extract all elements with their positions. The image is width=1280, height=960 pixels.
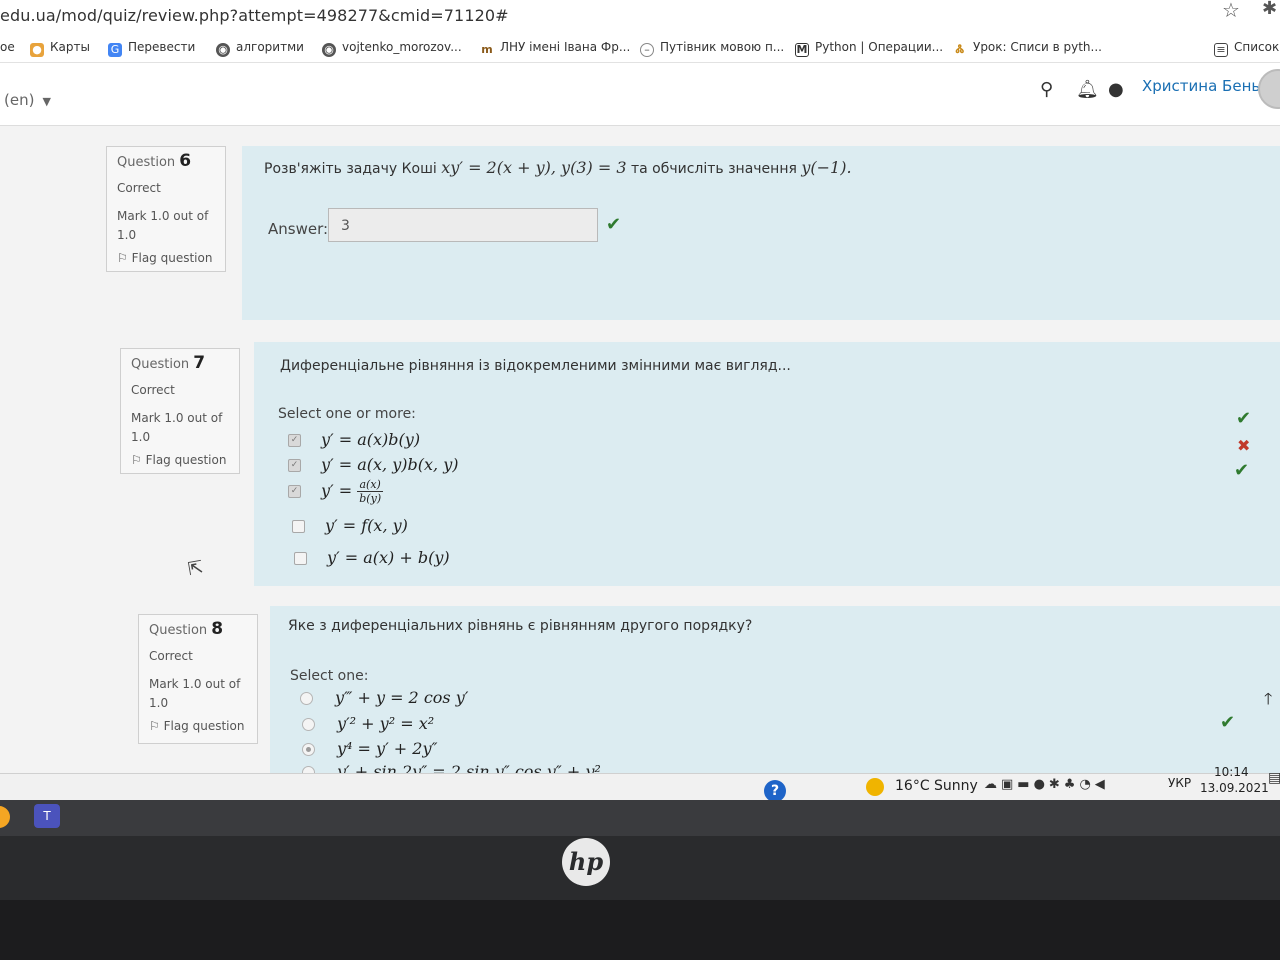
question-state: Correct <box>149 649 193 663</box>
reading-list-icon: ≡ <box>1214 43 1228 57</box>
tray-icons[interactable]: ☁▣▬●✱♣◔◀ <box>984 777 1109 792</box>
lesson-icon: Ꮬ <box>953 43 967 57</box>
search-icon[interactable]: ⚲ <box>1040 79 1053 100</box>
question-text: Диференціальне рівняння із відокремленим… <box>280 358 791 374</box>
checkbox-unchecked[interactable] <box>294 552 307 565</box>
address-bar[interactable]: edu.ua/mod/quiz/review.php?attempt=49827… <box>0 0 1280 32</box>
bookmark-item-algorithms[interactable]: ◉ алгоритми <box>216 40 304 57</box>
radio-unselected[interactable] <box>302 718 315 731</box>
question-content-6: Розв'яжіть задачу Коші xy′ = 2(x + y), y… <box>242 146 1280 320</box>
m-logo-icon: M <box>795 43 809 57</box>
weather-text[interactable]: 16°C Sunny <box>895 778 978 794</box>
screen: edu.ua/mod/quiz/review.php?attempt=49827… <box>0 0 1280 800</box>
fraction: a(x) b(y) <box>357 478 384 505</box>
radio-selected[interactable] <box>302 743 315 756</box>
bookmarks-bar: ое ● Карты G Перевести ◉ алгоритми ◉ vojtenk… <box>0 32 1280 63</box>
answer-label: Answer: <box>268 220 329 238</box>
question-number: 6 <box>179 151 192 171</box>
flag-icon: ⚐ <box>117 251 128 265</box>
question-mark: Mark 1.0 out of 1.0 <box>117 209 209 242</box>
question-content-8: Яке з диференціальних рівнянь є рівняння… <box>270 606 1280 800</box>
question-state: Correct <box>131 383 175 397</box>
checkbox-checked[interactable]: ✓ <box>288 434 301 447</box>
answer-option[interactable]: y′ = f(x, y) <box>292 516 408 535</box>
correct-check-icon: ✔ <box>1220 712 1236 733</box>
incorrect-cross-icon: ✖ <box>1237 436 1251 455</box>
question-mark: Mark 1.0 out of 1.0 <box>149 677 241 710</box>
translate-icon: G <box>108 43 122 57</box>
user-name[interactable]: Христина Бень <box>1142 77 1260 95</box>
taskbar-apps: T <box>0 800 1280 836</box>
question-text: Розв'яжіть задачу Коші xy′ = 2(x + y), y… <box>264 158 852 177</box>
answer-option[interactable]: ✓y′ = a(x)b(y) <box>288 478 384 505</box>
bookmark-item-lesson[interactable]: Ꮬ Урок: Списи в pyth... <box>953 40 1102 57</box>
hp-logo: hp <box>562 838 610 886</box>
answer-option[interactable]: y′ = a(x) + b(y) <box>294 548 450 567</box>
moodle-navbar: (en) ▼ ⚲ 🔔︎ ● Христина Бень <box>0 63 1280 126</box>
bookmark-item-guide[interactable]: – Путівник мовою п... <box>640 40 784 57</box>
answer-option[interactable]: ✓ y′ = a(x, y)b(x, y) <box>288 455 458 474</box>
mouse-cursor-icon: ⇱ <box>186 556 205 581</box>
university-icon: m <box>480 43 494 57</box>
answer-option[interactable]: y⁴ = y′ + 2y″ <box>302 739 437 758</box>
correct-check-icon: ✔ <box>1234 460 1250 481</box>
bookmark-item[interactable]: ое <box>0 40 15 54</box>
taskbar: ? 16°C Sunny ☁▣▬●✱♣◔◀ УКР 10:14 13.09.20… <box>0 765 1280 800</box>
globe-icon: ◉ <box>322 43 336 57</box>
question-info-6: Question 6 Correct Mark 1.0 out of 1.0 ⚐ … <box>106 146 226 272</box>
select-label: Select one or more: <box>278 406 416 422</box>
answer-option[interactable]: y‴ + y = 2 cos y′ <box>300 688 468 707</box>
reading-list[interactable]: ≡ Список <box>1214 40 1279 57</box>
bell-icon[interactable]: 🔔︎ <box>1076 79 1099 100</box>
checkbox-checked[interactable]: ✓ <box>288 485 301 498</box>
clock-date[interactable]: 13.09.2021 <box>1200 781 1269 795</box>
flag-question-link[interactable]: ⚐ Flag question <box>131 453 239 467</box>
bookmark-star-icon[interactable]: ☆ <box>1222 0 1240 22</box>
teams-icon[interactable]: T <box>34 804 60 828</box>
question-mark: Mark 1.0 out of 1.0 <box>131 411 223 444</box>
checkbox-unchecked[interactable] <box>292 520 305 533</box>
scroll-to-top-icon[interactable]: 🡑 <box>1264 688 1272 715</box>
question-number: 7 <box>193 353 206 373</box>
flag-icon: ⚐ <box>149 719 160 733</box>
bookmark-item-lnu[interactable]: m ЛНУ імені Івана Фр... <box>480 40 630 57</box>
answer-input[interactable]: 3 <box>328 208 598 242</box>
notification-icon[interactable]: ▤ <box>1268 770 1280 786</box>
answer-option[interactable]: y′² + y² = x² <box>302 714 434 733</box>
checkbox-checked[interactable]: ✓ <box>288 459 301 472</box>
help-icon[interactable]: ? <box>764 780 786 800</box>
bookmark-item-python[interactable]: M Python | Операции... <box>795 40 943 57</box>
flag-icon: ⚐ <box>131 453 142 467</box>
question-content-7: Диференціальне рівняння із відокремленим… <box>254 342 1280 586</box>
chevron-down-icon: ▼ <box>42 95 51 108</box>
extensions-icon[interactable]: ✱ <box>1262 0 1277 19</box>
correct-check-icon: ✔ <box>1236 408 1252 429</box>
select-label: Select one: <box>290 668 369 684</box>
correct-check-icon: ✔ <box>606 214 622 235</box>
chat-bubble-icon[interactable]: ● <box>1108 79 1124 100</box>
question-info-7: Question 7 Correct Mark 1.0 out of 1.0 ⚐ … <box>120 348 240 474</box>
sun-icon <box>866 778 884 796</box>
question-number: 8 <box>211 619 224 639</box>
clock-time[interactable]: 10:14 <box>1214 765 1249 779</box>
input-language[interactable]: УКР <box>1168 776 1191 790</box>
question-text: Яке з диференціальних рівнянь є рівняння… <box>288 618 753 634</box>
chat-icon: – <box>640 43 654 57</box>
app-icon[interactable] <box>0 806 10 828</box>
avatar[interactable] <box>1258 69 1280 109</box>
globe-icon: ◉ <box>216 43 230 57</box>
bookmark-item-vojtenko[interactable]: ◉ vojtenko_morozov... <box>322 40 462 57</box>
bookmark-item-translate[interactable]: G Перевести <box>108 40 195 57</box>
question-info-8: Question 8 Correct Mark 1.0 out of 1.0 ⚐ … <box>138 614 258 744</box>
flag-question-link[interactable]: ⚐ Flag question <box>117 251 225 265</box>
language-selector[interactable]: (en) ▼ <box>4 91 51 109</box>
flag-question-link[interactable]: ⚐ Flag question <box>149 719 257 733</box>
bookmark-item-maps[interactable]: ● Карты <box>30 40 90 57</box>
radio-unselected[interactable] <box>300 692 313 705</box>
answer-option[interactable]: ✓y′ = a(x)b(y) <box>288 430 420 449</box>
laptop-bezel <box>0 900 1280 960</box>
map-pin-icon: ● <box>30 43 44 57</box>
question-state: Correct <box>117 181 161 195</box>
url-text[interactable]: edu.ua/mod/quiz/review.php?attempt=49827… <box>0 6 509 25</box>
